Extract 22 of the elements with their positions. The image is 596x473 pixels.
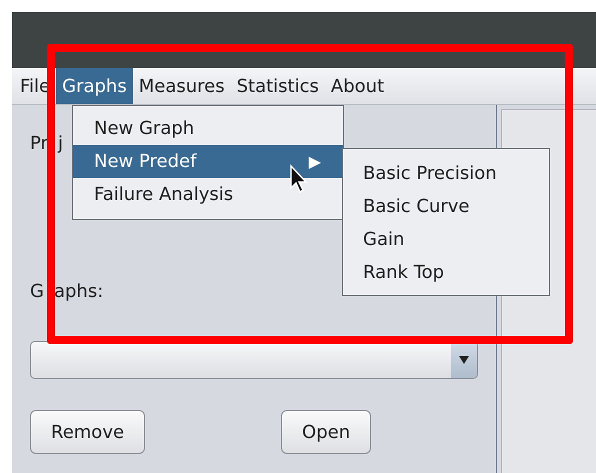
menu-item[interactable]: Rank Top (343, 256, 549, 289)
submenu-arrow-icon: ▶ (308, 152, 321, 171)
field-label: Pr (30, 133, 48, 154)
menu-item[interactable]: Basic Curve (343, 190, 549, 223)
menu-item[interactable]: Measures (132, 68, 231, 104)
dropdown-button[interactable] (451, 342, 477, 378)
graphs-label: G (30, 281, 44, 302)
panel-button[interactable]: Remove (30, 410, 146, 454)
menu-item[interactable]: Graphs (56, 68, 133, 104)
graph-dropdown[interactable] (30, 341, 478, 379)
field-label: j (58, 133, 63, 154)
menu-item[interactable]: Basic Precision (343, 157, 549, 190)
menu-item[interactable]: New Predef ▶ (73, 145, 343, 178)
pointer-icon (289, 164, 309, 194)
menu-item[interactable]: Failure Analysis (73, 178, 343, 211)
panel-button[interactable]: Open (281, 410, 372, 454)
graphs-label: aphs: (54, 281, 104, 302)
menu-item[interactable]: Gain (343, 223, 549, 256)
menu-item[interactable]: Statistics (230, 68, 325, 104)
caret-icon (459, 356, 469, 364)
menu-item[interactable]: About (324, 68, 390, 104)
menu-item[interactable]: New Graph (73, 112, 343, 145)
